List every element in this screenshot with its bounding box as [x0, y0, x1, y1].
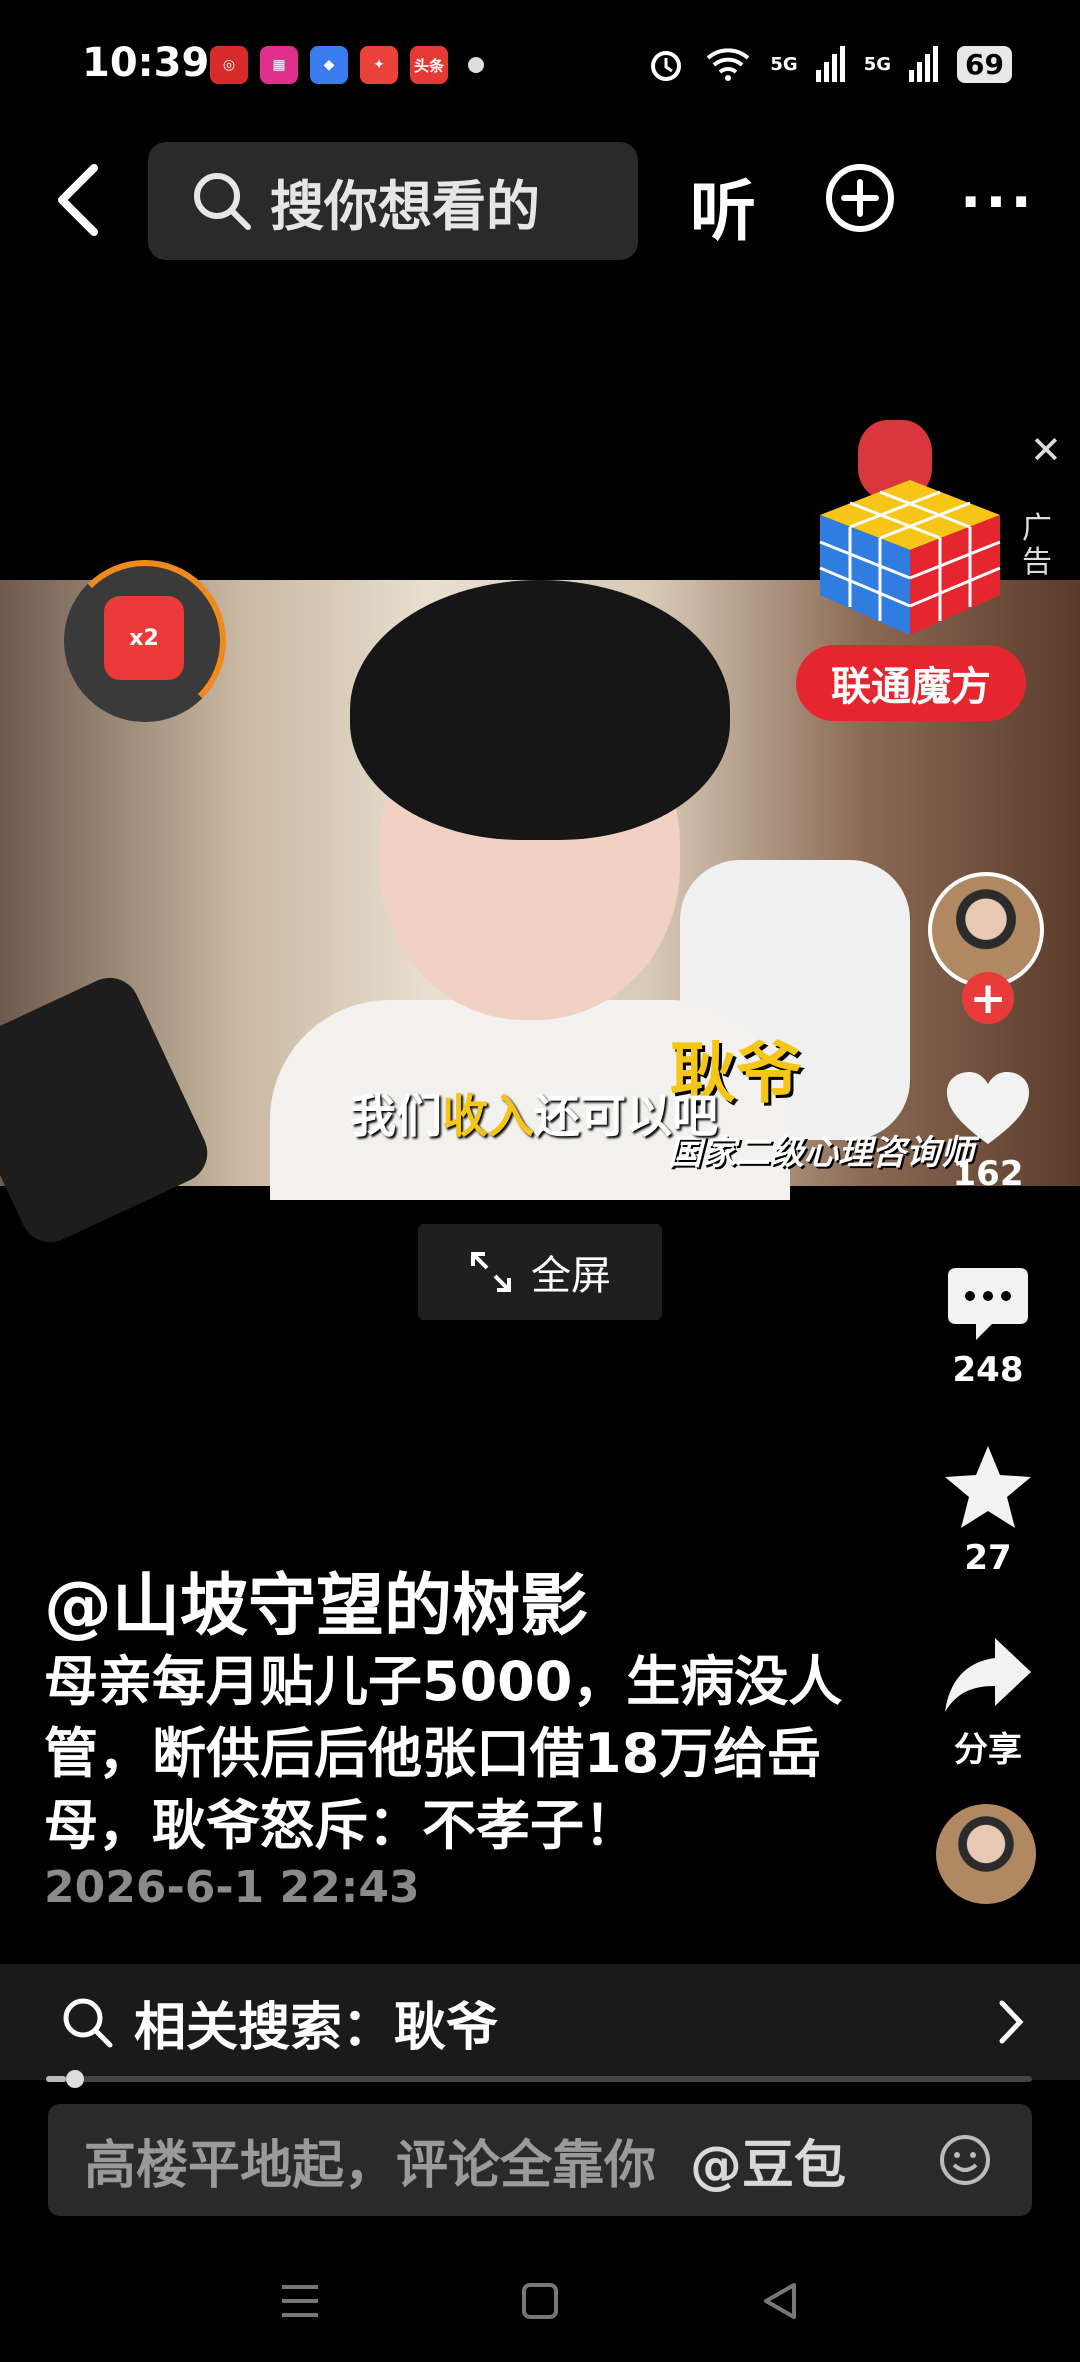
post-date: 2026-6-1 22:43 — [44, 1862, 420, 1913]
publish-button[interactable] — [824, 162, 896, 238]
like-button[interactable]: 162 — [918, 1070, 1058, 1194]
status-app-icons: ◎ ▦ ◆ ✦ 头条 — [210, 46, 484, 84]
status-indicators: 5G 5G 69 — [646, 44, 1012, 84]
search-placeholder: 搜你想看的 — [270, 174, 540, 238]
like-count: 162 — [952, 1154, 1024, 1194]
toutiao-app-icon: 头条 — [410, 46, 448, 84]
search-icon — [194, 173, 251, 230]
chevron-right-icon — [999, 2000, 1024, 2044]
author-avatar[interactable] — [928, 872, 1044, 988]
subtitle-part-2: 还可以吧 — [534, 1089, 718, 1143]
subtitle-part-1: 我们 — [350, 1089, 442, 1143]
alarm-icon — [651, 51, 682, 81]
person-hair-image — [350, 580, 730, 840]
more-dots-icon: ··· — [960, 170, 1036, 235]
notification-dot-icon — [468, 57, 484, 73]
search-icon — [63, 1998, 113, 2048]
back-button[interactable] — [48, 160, 108, 240]
bank-app-icon: ◎ — [210, 46, 248, 84]
related-search-bar[interactable]: 相关搜索：耿爷 — [0, 1964, 1080, 2080]
search-box[interactable]: 搜你想看的 — [148, 142, 638, 260]
chevron-left-icon — [58, 164, 98, 236]
browser-app-icon: ◆ — [310, 46, 348, 84]
more-button[interactable]: ··· — [960, 170, 1036, 235]
ad-cta-button[interactable]: 联通魔方 — [796, 645, 1026, 721]
share-arrow-icon — [945, 1638, 1031, 1712]
favorite-count: 27 — [964, 1538, 1012, 1578]
emoji-icon[interactable] — [938, 2133, 992, 2187]
comment-icon — [948, 1268, 1028, 1340]
playback-progress-handle[interactable] — [66, 2070, 84, 2088]
battery-level: 69 — [957, 45, 1012, 83]
shop-app-icon: ▦ — [260, 46, 298, 84]
heart-icon — [947, 1072, 1029, 1144]
playback-progress-bar[interactable] — [46, 2076, 1032, 2082]
plus-circle-icon — [826, 164, 894, 232]
wifi-icon — [707, 48, 750, 81]
share-label: 分享 — [954, 1730, 1022, 1770]
network-label-1: 5G — [770, 53, 798, 75]
expand-icon — [471, 1252, 511, 1292]
signal-icon-2 — [909, 46, 939, 82]
related-search-label: 相关搜索：耿爷 — [134, 1997, 499, 2058]
video-description: 母亲每月贴儿子5000，生病没人管，断供后后他张口借18万给岳母，耿爷怒斥：不孝… — [44, 1650, 843, 1857]
author-name[interactable]: @山坡守望的树影 — [44, 1550, 588, 1649]
ad-tag: 广告 — [1022, 511, 1052, 580]
fullscreen-button[interactable]: 全屏 — [418, 1224, 662, 1320]
favorite-button[interactable]: 27 — [918, 1444, 1058, 1578]
follow-plus-icon[interactable]: + — [962, 972, 1014, 1024]
ad-close-icon[interactable]: ✕ — [1030, 428, 1062, 472]
video-subtitle: 我们收入还可以吧 — [350, 1080, 718, 1146]
network-label-2: 5G — [863, 53, 892, 75]
fullscreen-label: 全屏 — [531, 1253, 611, 1299]
rubiks-cube-icon[interactable] — [810, 470, 1010, 640]
red-packet-timer[interactable]: x2 — [64, 560, 226, 722]
music-disc-avatar[interactable] — [936, 1804, 1036, 1904]
star-icon — [945, 1446, 1031, 1528]
listen-button[interactable]: 听 — [690, 158, 756, 254]
share-button[interactable]: 分享 — [918, 1634, 1058, 1771]
comment-count: 248 — [952, 1350, 1024, 1390]
comment-button[interactable]: 248 — [918, 1266, 1058, 1390]
comment-input[interactable]: 高楼平地起，评论全靠你 @豆包 — [48, 2104, 1032, 2216]
system-navigation-bar — [0, 2240, 1080, 2362]
home-square-icon[interactable] — [520, 2281, 560, 2321]
signal-icon-1 — [815, 46, 845, 82]
back-triangle-icon[interactable] — [760, 2281, 800, 2321]
status-time: 10:39 — [82, 40, 210, 86]
game-app-icon: ✦ — [360, 46, 398, 84]
subtitle-highlight: 收入 — [442, 1089, 534, 1143]
red-packet-icon: x2 — [104, 596, 184, 680]
mention-doubao[interactable]: @豆包 — [690, 2123, 846, 2198]
menu-icon[interactable] — [280, 2281, 320, 2321]
comment-placeholder: 高楼平地起，评论全靠你 — [84, 2135, 657, 2196]
playback-progress-fill — [46, 2076, 66, 2082]
